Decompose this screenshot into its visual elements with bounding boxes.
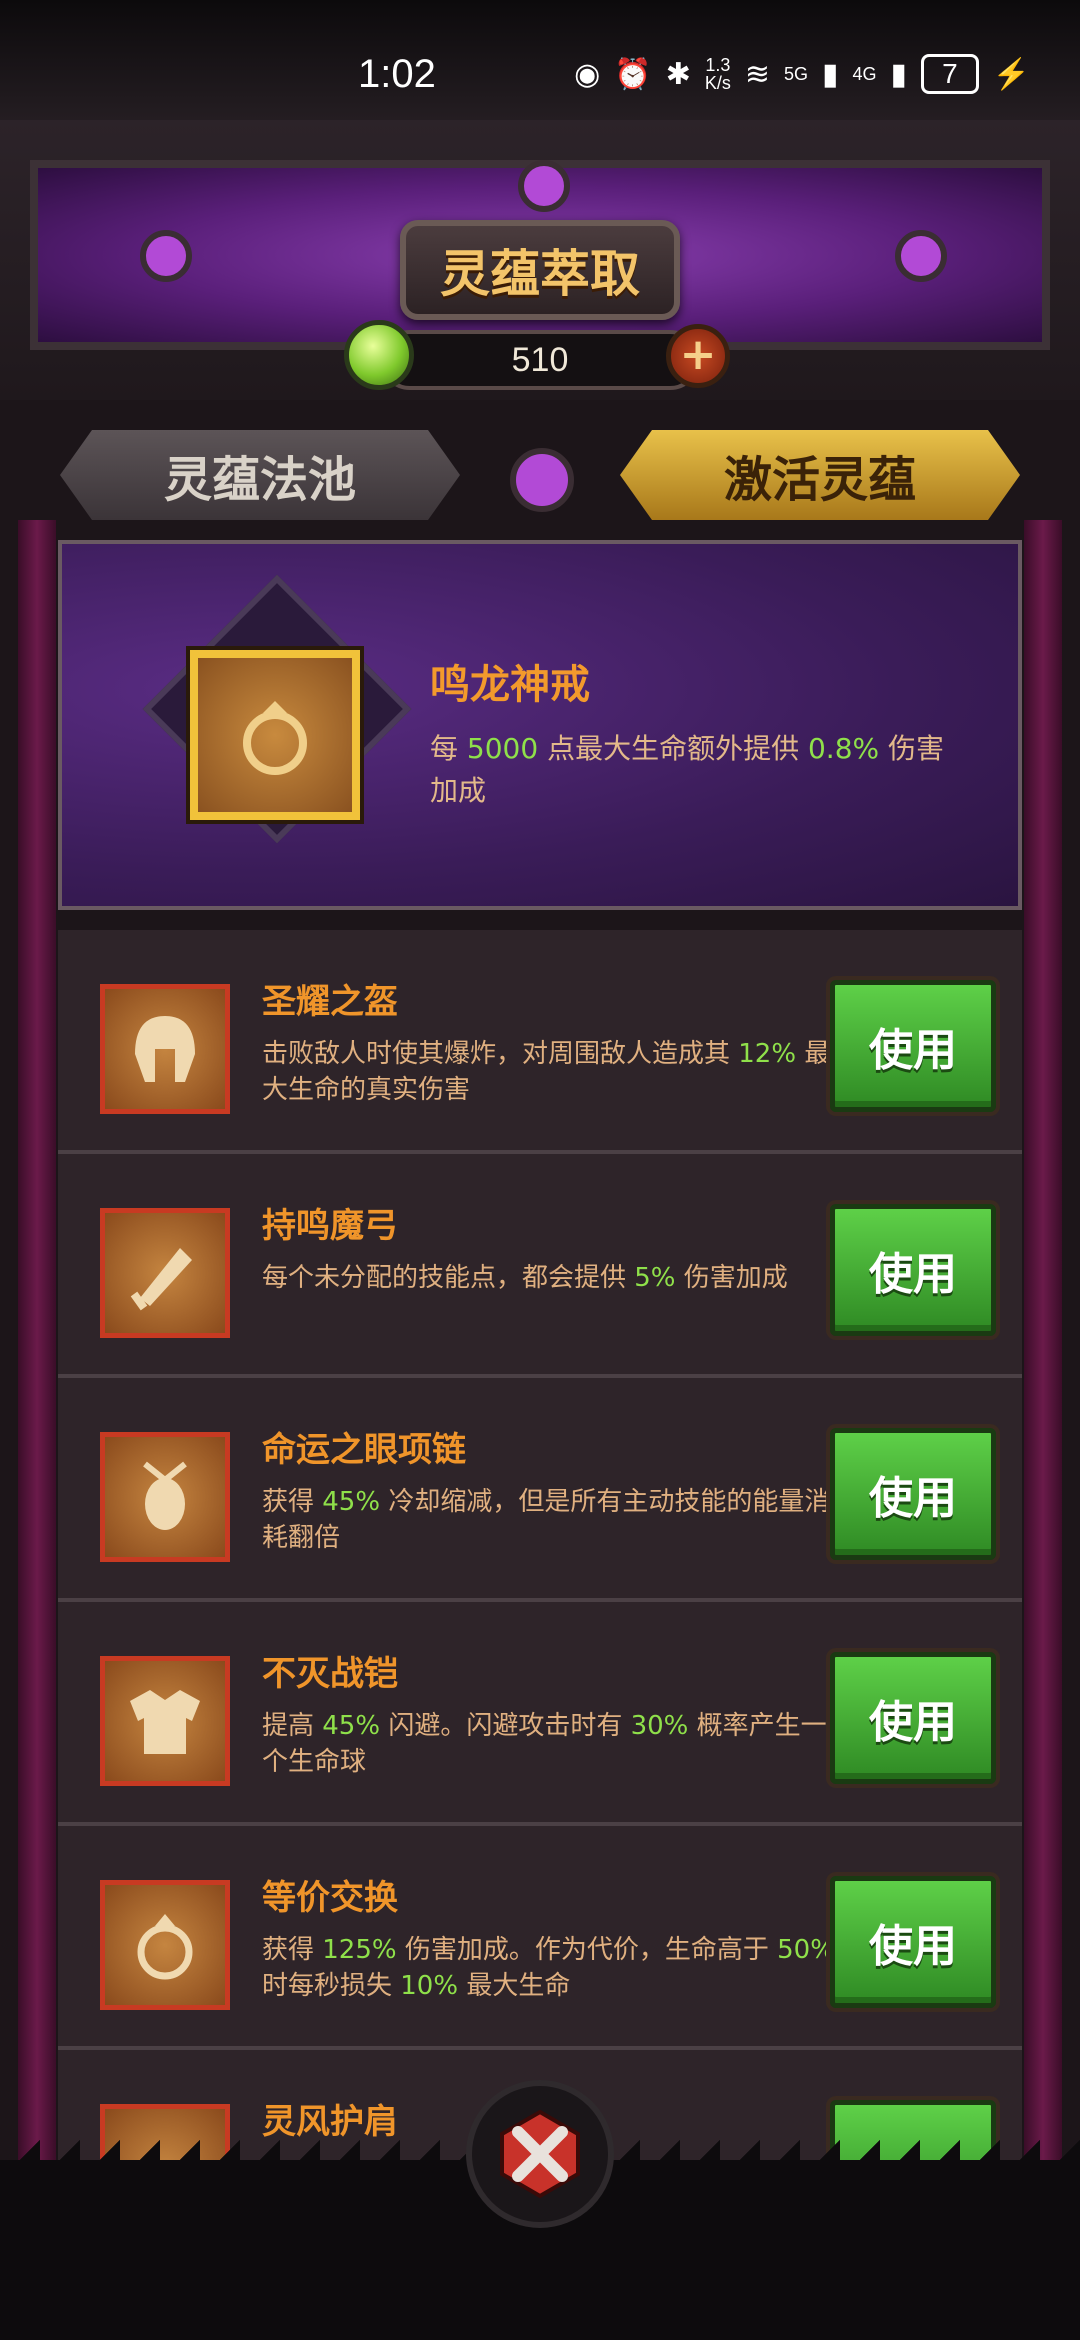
desc-text: 提高 xyxy=(262,1711,323,1741)
ring-glyph xyxy=(137,1914,193,1980)
use-button[interactable]: 使用 xyxy=(830,1876,996,2008)
desc-value: 10% xyxy=(400,1971,459,2001)
battery-indicator: 7 xyxy=(921,54,979,94)
alarm-icon: ⏰ xyxy=(614,57,652,91)
page-title: 灵蕴萃取 xyxy=(440,245,640,303)
desc-text: 伤害加成 xyxy=(675,1263,788,1293)
armor-icon xyxy=(100,1656,230,1786)
featured-description: 每 5000 点最大生命额外提供 0.8% 伤害加成 xyxy=(430,728,970,812)
amulet-glyph xyxy=(143,1461,187,1530)
close-button[interactable] xyxy=(466,2080,614,2228)
desc-value: 12% xyxy=(738,1039,797,1069)
add-currency-button[interactable]: + xyxy=(666,324,730,388)
status-icons: ◉ ⏰ ✱ 1.3 K/s ≋ 5G ▮ 4G ▮ 7 ⚡ xyxy=(574,54,1030,94)
gem-ornament xyxy=(518,160,570,212)
list-item: 圣耀之盔 击败敌人时使其爆炸，对周围敌人造成其 12% 最大生命的真实伤害 使用 xyxy=(58,930,1022,1154)
item-name: 不灭战铠 xyxy=(262,1654,398,1694)
list-item: 持鸣魔弓 每个未分配的技能点，都会提供 5% 伤害加成 使用 xyxy=(58,1154,1022,1378)
desc-text: 点最大生命额外提供 xyxy=(538,732,808,765)
item-description: 提高 45% 闪避。闪避攻击时有 30% 概率产生一个生命球 xyxy=(262,1708,842,1780)
charging-icon: ⚡ xyxy=(992,57,1030,91)
side-frame-left xyxy=(18,520,56,2160)
net-speed-value: 1.3 xyxy=(705,55,731,75)
use-button[interactable]: 使用 xyxy=(830,1204,996,1336)
item-name: 等价交换 xyxy=(262,1878,398,1918)
desc-value: 0.8% xyxy=(807,732,880,765)
use-button[interactable]: 使用 xyxy=(830,1652,996,1784)
currency-amount: 510 xyxy=(511,340,569,379)
desc-text: 每个未分配的技能点，都会提供 xyxy=(262,1263,635,1293)
list-item: 不灭战铠 提高 45% 闪避。闪避攻击时有 30% 概率产生一个生命球 使用 xyxy=(58,1602,1022,1826)
desc-value: 125% xyxy=(322,1935,397,1965)
tab-activate-spirit[interactable]: 激活灵蕴 xyxy=(620,430,1020,520)
use-button[interactable]: 使用 xyxy=(830,1428,996,1560)
item-name: 命运之眼项链 xyxy=(262,1430,466,1470)
spirit-orb-icon xyxy=(344,320,414,390)
list-item: 等价交换 获得 125% 伤害加成。作为代价，生命高于 50% 时每秒损失 10… xyxy=(58,1826,1022,2050)
signal-icon: ▮ xyxy=(822,57,839,91)
desc-text: 最大生命 xyxy=(458,1971,571,2001)
amulet-icon xyxy=(100,1432,230,1562)
bluetooth-icon: ✱ xyxy=(665,57,691,91)
signal-icon: ▮ xyxy=(890,57,908,91)
gem-ornament xyxy=(510,448,574,512)
ring-icon[interactable] xyxy=(190,650,360,820)
ring-icon xyxy=(100,1880,230,2010)
item-name: 持鸣魔弓 xyxy=(262,1206,398,1246)
desc-value: 5000 xyxy=(466,732,539,765)
page-title-plaque: 灵蕴萃取 xyxy=(400,220,680,320)
tab-bar: 灵蕴法池 激活灵蕴 xyxy=(0,400,1080,530)
desc-text: 获得 xyxy=(262,1935,323,1965)
desc-text: 伤害加成。作为代价，生命高于 xyxy=(396,1935,778,1965)
side-frame-right xyxy=(1024,520,1062,2160)
net-speed-unit: K/s xyxy=(704,73,731,93)
armor-glyph xyxy=(130,1690,200,1754)
item-name: 灵风护肩 xyxy=(262,2102,398,2142)
helmet-icon xyxy=(100,984,230,1114)
ring-glyph xyxy=(243,701,307,775)
desc-value: 45% xyxy=(322,1711,381,1741)
signal-4g-label: 4G xyxy=(852,63,877,84)
use-button[interactable]: 使用 xyxy=(830,980,996,1112)
item-name: 圣耀之盔 xyxy=(262,982,398,1022)
wifi-icon: ≋ xyxy=(744,57,770,91)
currency-bar: 510 xyxy=(380,330,700,390)
gem-ornament xyxy=(140,230,192,282)
desc-text: 闪避。闪避攻击时有 xyxy=(380,1711,631,1741)
featured-name: 鸣龙神戒 xyxy=(430,662,590,708)
desc-value: 50% xyxy=(777,1935,835,1965)
desc-value: 30% xyxy=(630,1711,689,1741)
desc-text: 每 xyxy=(430,732,467,765)
bow-glyph xyxy=(130,1248,192,1311)
gem-ornament xyxy=(895,230,947,282)
eye-icon: ◉ xyxy=(574,57,601,91)
item-description: 获得 45% 冷却缩减，但是所有主动技能的能量消耗翻倍 xyxy=(262,1484,842,1556)
item-description: 击败敌人时使其爆炸，对周围敌人造成其 12% 最大生命的真实伤害 xyxy=(262,1036,842,1108)
featured-spirit-panel: 鸣龙神戒 每 5000 点最大生命额外提供 0.8% 伤害加成 xyxy=(58,540,1022,910)
bow-icon xyxy=(100,1208,230,1338)
tab-spirit-pool[interactable]: 灵蕴法池 xyxy=(60,430,460,520)
spirit-list: 圣耀之盔 击败敌人时使其爆炸，对周围敌人造成其 12% 最大生命的真实伤害 使用… xyxy=(58,930,1022,2274)
desc-value: 5% xyxy=(634,1263,676,1293)
status-time: 1:02 xyxy=(358,52,436,96)
net-speed: 1.3 K/s xyxy=(705,56,731,92)
desc-text: 击败敌人时使其爆炸，对周围敌人造成其 xyxy=(262,1039,739,1069)
item-description: 获得 125% 伤害加成。作为代价，生命高于 50% 时每秒损失 10% 最大生… xyxy=(262,1932,842,2004)
desc-text: 获得 xyxy=(262,1487,323,1517)
item-description: 每个未分配的技能点，都会提供 5% 伤害加成 xyxy=(262,1260,842,1296)
desc-text: 时每秒损失 xyxy=(262,1971,401,2001)
desc-value: 45% xyxy=(322,1487,381,1517)
helmet-glyph xyxy=(135,1016,195,1082)
header-banner: 灵蕴萃取 510 + xyxy=(0,120,1080,400)
signal-5g-label: 5G xyxy=(784,63,809,84)
close-icon xyxy=(500,2109,580,2199)
list-item: 命运之眼项链 获得 45% 冷却缩减，但是所有主动技能的能量消耗翻倍 使用 xyxy=(58,1378,1022,1602)
